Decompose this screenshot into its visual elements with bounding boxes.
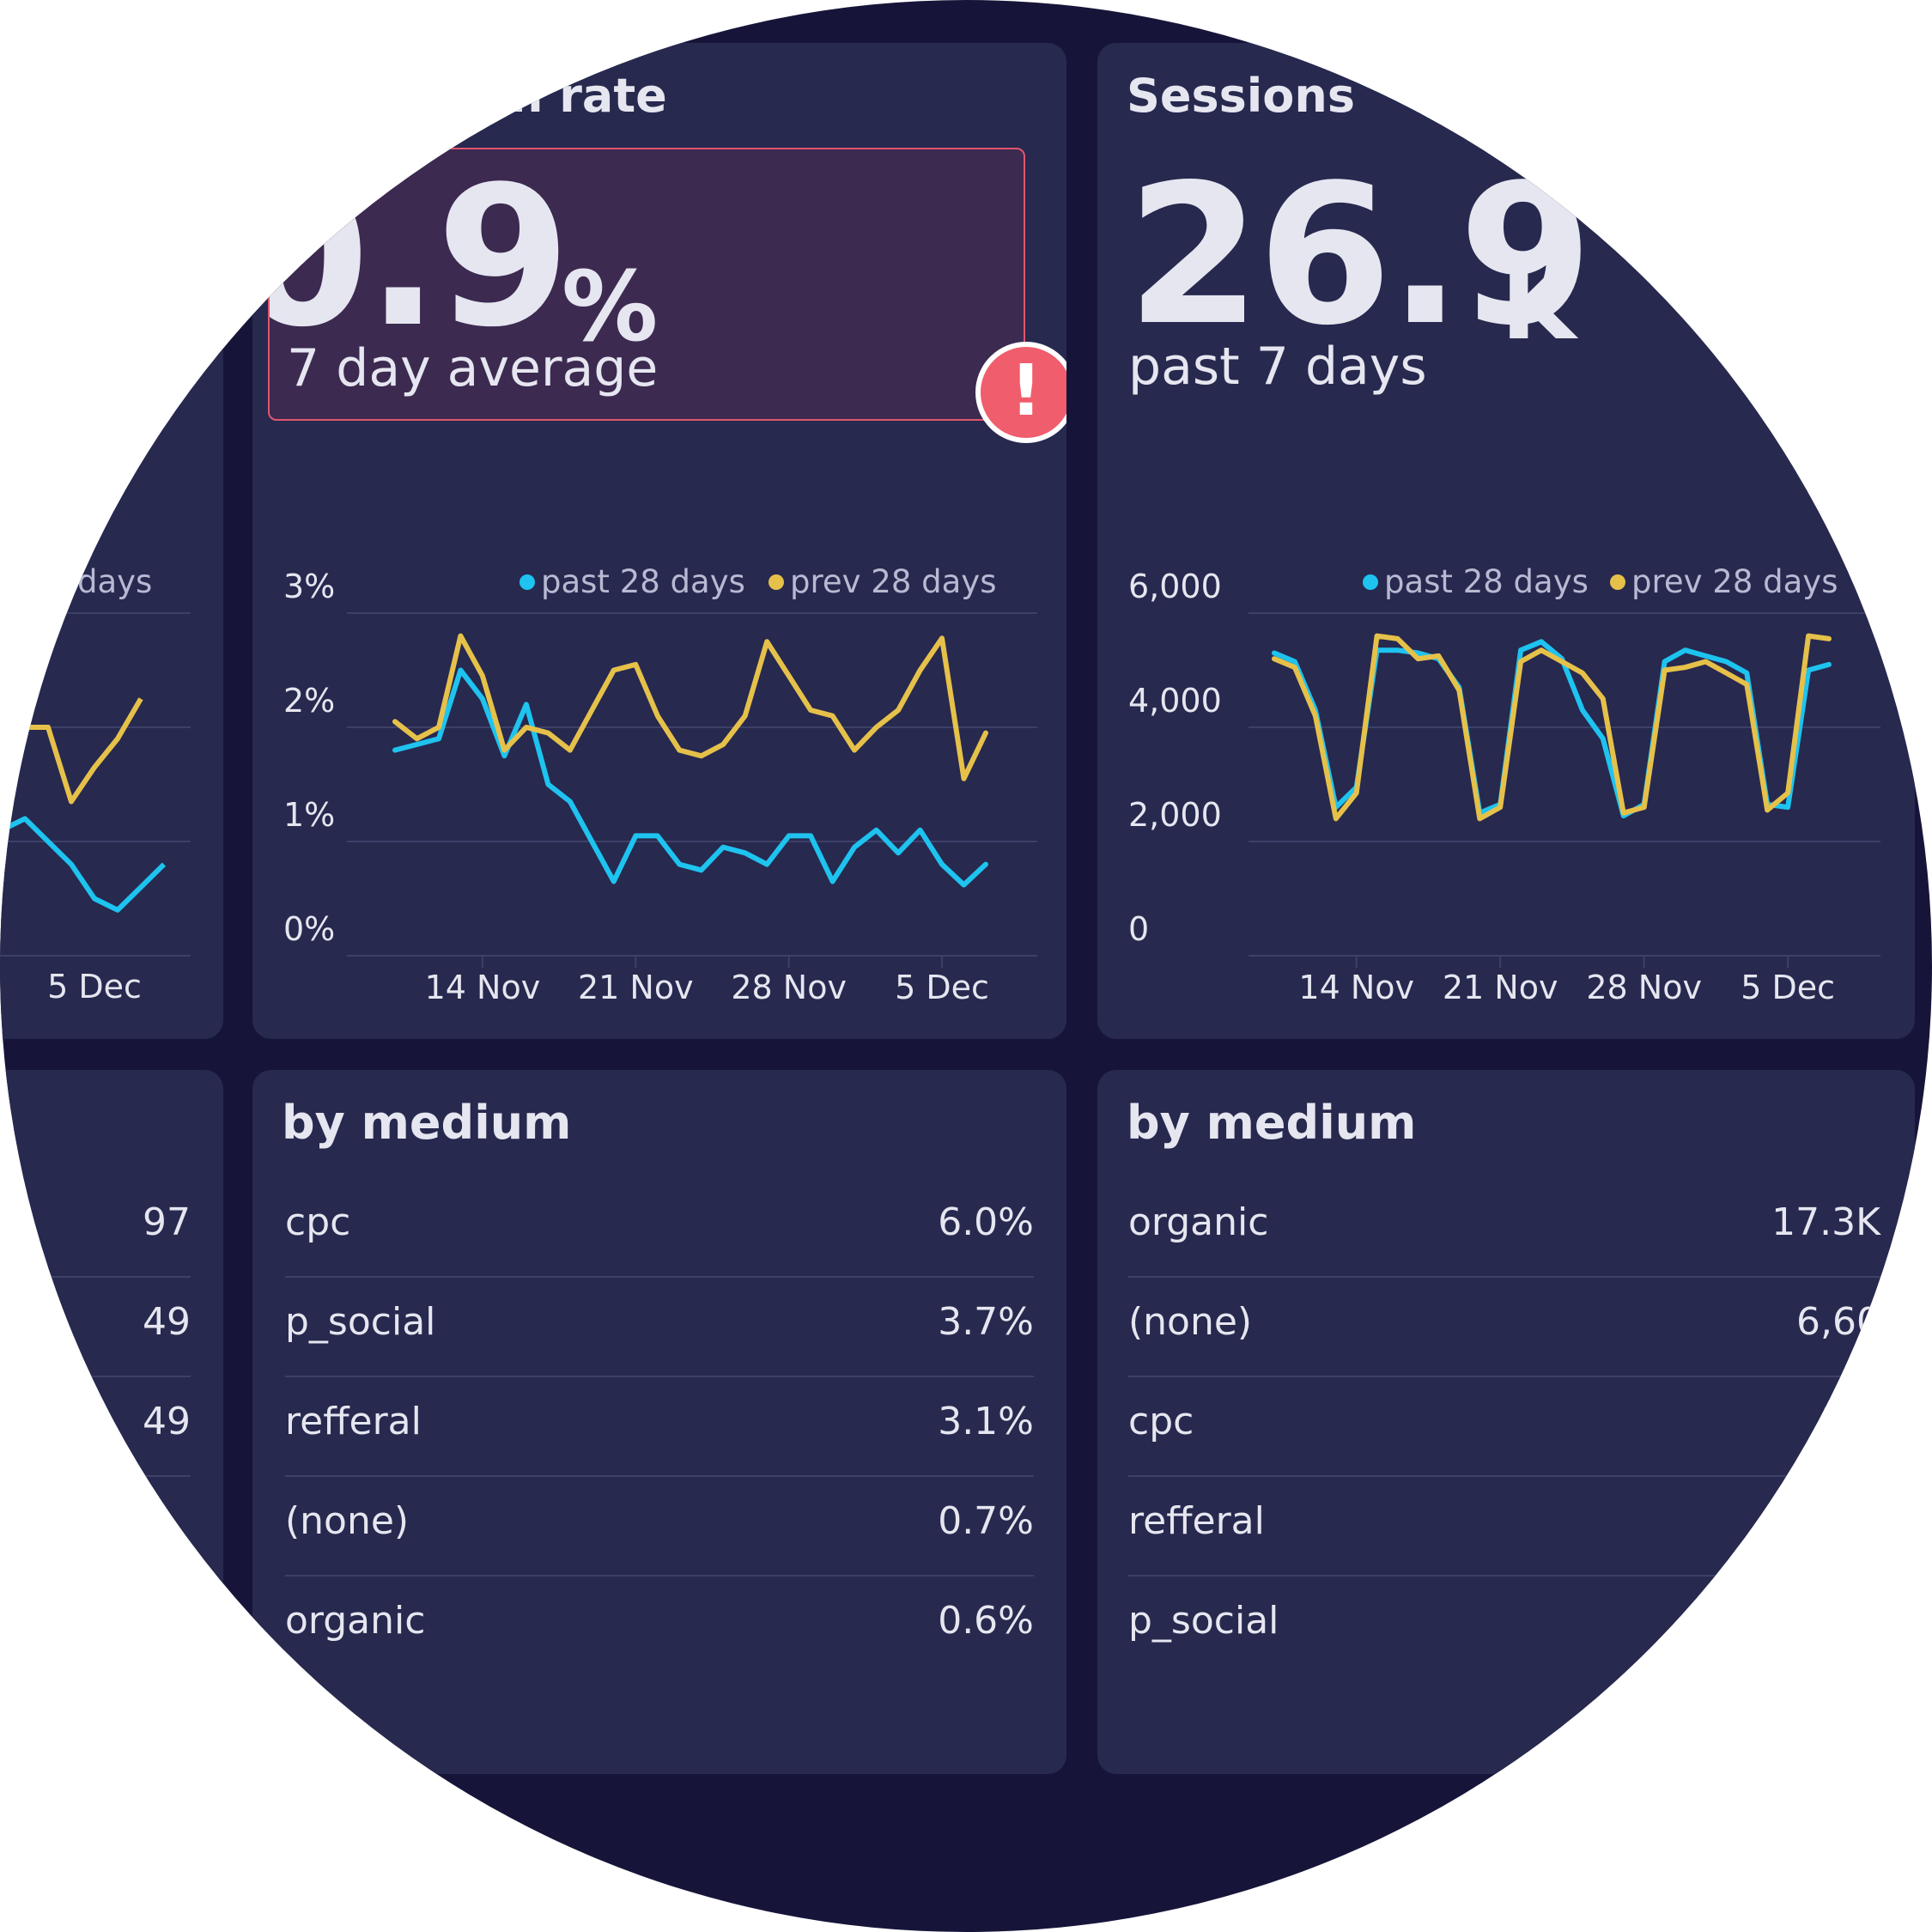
medium-sessions-card: by medium organic 17.3K (none) 6,60 cpc 1.7 re…	[1097, 1070, 1915, 1774]
conversion-chart-x-tick: 28 Nov	[731, 969, 847, 1006]
left-metric-chart: days 5 Dec	[0, 563, 191, 1005]
sessions-chart: 6,000 4,000 2,000 0 past 28 days prev 28 days…	[1128, 563, 1880, 1006]
sessions-chart-y-tick: 0	[1128, 910, 1149, 948]
dashboard-viewport: days 5 Dec n rate 0.9 % 7 day average ! …	[0, 0, 1932, 1932]
list-item[interactable]: refferal 3.1%	[285, 1376, 1034, 1477]
left-x-tick: 5 Dec	[47, 968, 142, 1005]
sessions-card: Sessions 26.9 K past 7 days 6,000 4,000 2,…	[1097, 43, 1915, 1039]
list-item-value: 1.7	[1820, 1400, 1880, 1443]
list-item[interactable]: 97	[0, 1176, 191, 1278]
list-item-value: 17.3K	[1771, 1200, 1880, 1244]
list-item-value: 3.7%	[938, 1300, 1034, 1344]
left-metric-card: days 5 Dec	[0, 43, 223, 1039]
left-legend-partial: days	[77, 563, 152, 600]
list-item[interactable]: refferal	[1128, 1475, 1880, 1577]
list-item-label: refferal	[1128, 1499, 1265, 1543]
list-item-value: 6.0%	[938, 1200, 1034, 1244]
left-series-past-line	[0, 816, 167, 913]
sessions-chart-legend-prev: prev 28 days	[1631, 563, 1838, 600]
conversion-chart-legend-prev: prev 28 days	[790, 563, 996, 600]
list-item-label: refferal	[285, 1400, 422, 1443]
list-item-label: organic	[1128, 1200, 1269, 1244]
list-item[interactable]: p_social	[1128, 1575, 1880, 1674]
list-item-value: 0.6%	[938, 1599, 1034, 1643]
conversion-chart-legend-past: past 28 days	[541, 563, 745, 600]
conversion-chart-x-tick: 14 Nov	[425, 969, 541, 1006]
conversion-chart-x-tick: 5 Dec	[895, 969, 989, 1006]
list-item[interactable]: organic 0.6%	[285, 1575, 1034, 1674]
list-item-label: cpc	[285, 1200, 351, 1244]
left-series-prev-line	[2, 697, 143, 805]
legend-dot-prev	[1610, 574, 1625, 590]
conversion-rate-card: n rate 0.9 % 7 day average ! 3% 2% 1% 0% pas…	[252, 43, 1066, 1039]
list-item-label: p_social	[1128, 1599, 1279, 1643]
left-breakdown-card: 97 49 49	[0, 1070, 223, 1774]
conversion-chart-y-tick: 1%	[283, 796, 335, 834]
list-item-label: (none)	[1128, 1300, 1253, 1344]
conversion-chart-y-tick: 2%	[283, 682, 335, 720]
list-item-label: cpc	[1128, 1400, 1194, 1443]
list-item[interactable]: cpc 1.7	[1128, 1376, 1880, 1477]
conversion-chart-x-tick: 21 Nov	[578, 969, 694, 1006]
list-item[interactable]: 49	[0, 1276, 191, 1377]
list-item-value: 97	[143, 1200, 191, 1244]
sessions-chart-x-tick: 28 Nov	[1586, 969, 1702, 1006]
list-item[interactable]: (none) 6,60	[1128, 1276, 1880, 1377]
list-item[interactable]: cpc 6.0%	[285, 1176, 1034, 1278]
card-title: by medium	[1127, 1096, 1417, 1150]
conversion-chart-y-tick: 0%	[283, 910, 335, 948]
list-item-value: 0.7%	[938, 1499, 1034, 1543]
legend-dot-past	[1363, 574, 1378, 590]
sessions-chart-y-tick: 6,000	[1128, 568, 1222, 605]
list-item[interactable]: organic 17.3K	[1128, 1176, 1880, 1278]
medium-conversion-card: by medium cpc 6.0% p_social 3.7% refferal 3.1…	[252, 1070, 1066, 1774]
list-item-label: (none)	[285, 1499, 410, 1543]
list-item[interactable]: (none) 0.7%	[285, 1475, 1034, 1577]
sessions-chart-x-tick: 14 Nov	[1298, 969, 1414, 1006]
sessions-chart-x-tick: 21 Nov	[1443, 969, 1558, 1006]
sessions-chart-legend-past: past 28 days	[1384, 563, 1589, 600]
list-item-value: 3.1%	[938, 1400, 1034, 1443]
conversion-rate-chart: 3% 2% 1% 0% past 28 days prev 28 days 14 Nov 21…	[283, 563, 1037, 1006]
list-item-label: p_social	[285, 1300, 436, 1344]
list-item-value: 6,60	[1796, 1300, 1880, 1344]
conversion-chart-y-tick: 3%	[283, 568, 335, 605]
list-item-value: 49	[143, 1300, 191, 1344]
conversion-chart-series-past-line	[392, 667, 988, 888]
sessions-chart-y-tick: 2,000	[1128, 796, 1222, 834]
list-item-value: 49	[143, 1400, 191, 1443]
list-item-label: organic	[285, 1599, 426, 1643]
legend-dot-past	[519, 574, 535, 590]
card-title: by medium	[282, 1096, 572, 1150]
sessions-chart-y-tick: 4,000	[1128, 682, 1222, 720]
legend-dot-prev	[769, 574, 784, 590]
list-item[interactable]: p_social 3.7%	[285, 1276, 1034, 1377]
list-item[interactable]: 49	[0, 1376, 191, 1477]
sessions-chart-x-tick: 5 Dec	[1741, 969, 1835, 1006]
